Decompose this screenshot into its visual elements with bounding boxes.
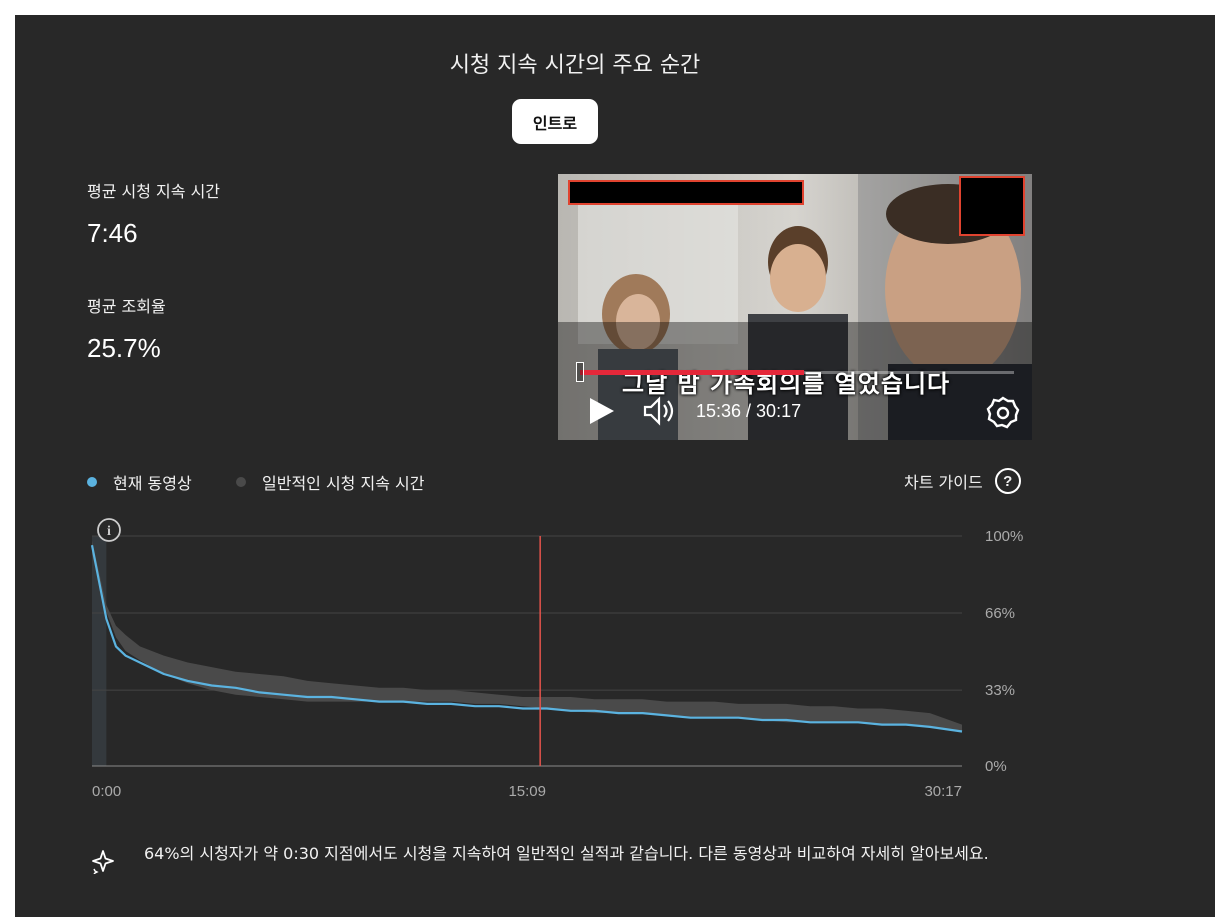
y-tick-label: 100% — [985, 528, 1023, 545]
retention-panel: 시청 지속 시간의 주요 순간 인트로 평균 시청 지속 시간 7:46 평균 … — [15, 15, 1215, 917]
y-tick-label: 66% — [985, 605, 1015, 622]
info-icon-glyph: i — [107, 524, 111, 539]
sparkle-icon — [92, 850, 114, 874]
insight-text: 64%의 시청자가 약 0:30 지점에서도 시청을 지속하여 일반적인 실적과… — [144, 844, 989, 863]
y-tick-label: 0% — [985, 758, 1007, 775]
y-tick-label: 33% — [985, 682, 1015, 699]
retention-chart: 100% 66% 33% 0% 0:00 15:09 30:17 i — [90, 518, 1023, 800]
typical-retention-band — [92, 540, 962, 732]
x-tick-label: 0:00 — [92, 783, 121, 800]
intro-region — [92, 536, 107, 766]
x-tick-label: 30:17 — [924, 783, 962, 800]
x-tick-label: 15:09 — [508, 783, 546, 800]
